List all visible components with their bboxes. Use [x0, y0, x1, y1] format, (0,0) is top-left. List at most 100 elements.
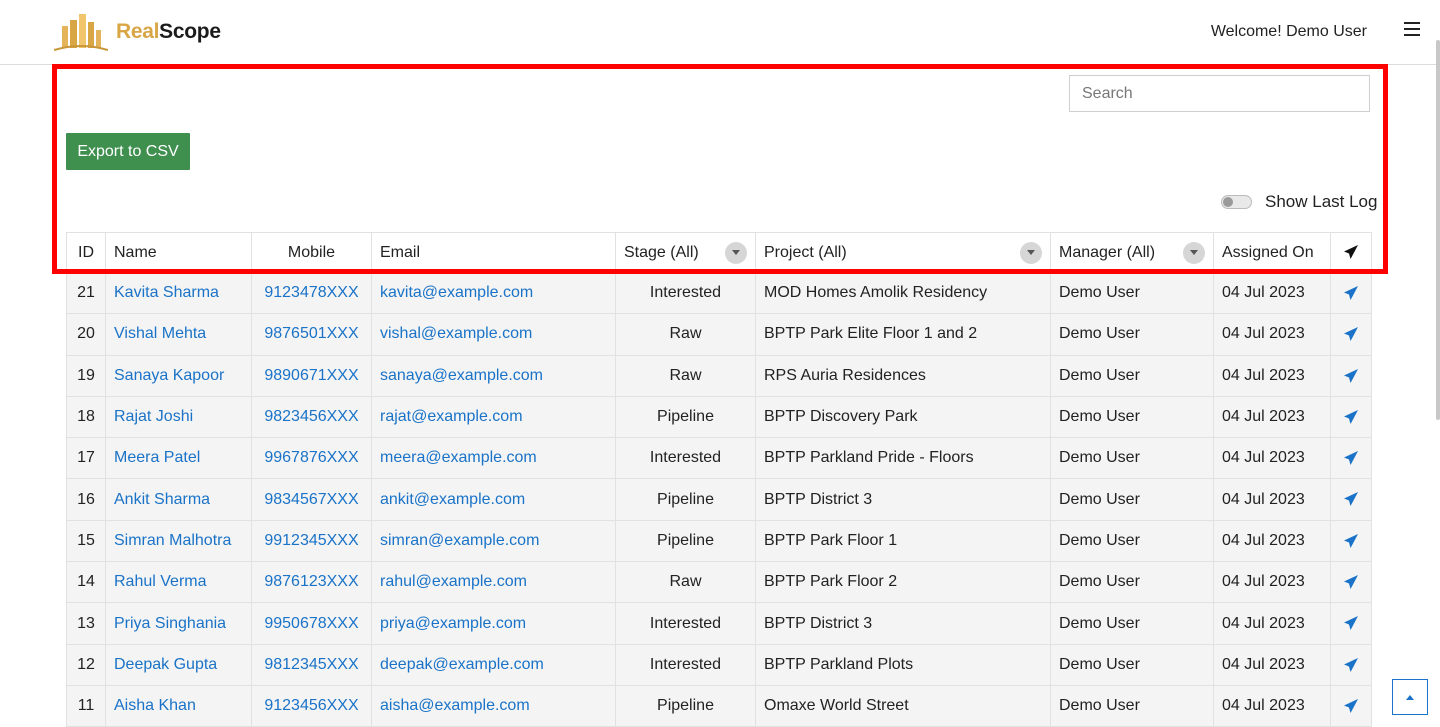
email-link[interactable]: vishal@example.com: [380, 325, 532, 342]
mobile-link[interactable]: 9834567XXX: [264, 491, 358, 508]
chevron-down-icon[interactable]: [1020, 241, 1042, 264]
paper-plane-icon[interactable]: [1343, 656, 1359, 673]
email-link[interactable]: kavita@example.com: [380, 284, 533, 301]
lead-name-link[interactable]: Simran Malhotra: [114, 532, 231, 549]
cell-name[interactable]: Deepak Gupta: [105, 643, 252, 686]
chevron-down-icon[interactable]: [1183, 241, 1205, 264]
lead-name-link[interactable]: Rahul Verma: [114, 573, 207, 590]
cell-name[interactable]: Simran Malhotra: [105, 519, 252, 563]
email-link[interactable]: meera@example.com: [380, 449, 537, 466]
page-scrollbar[interactable]: [1436, 40, 1440, 420]
paper-plane-icon[interactable]: [1343, 367, 1359, 384]
paper-plane-icon[interactable]: [1343, 284, 1359, 301]
cell-mobile[interactable]: 9812345XXX: [251, 643, 372, 686]
cell-email[interactable]: sanaya@example.com: [371, 354, 616, 397]
lead-name-link[interactable]: Ankit Sharma: [114, 491, 210, 508]
cell-send[interactable]: [1330, 437, 1372, 480]
email-link[interactable]: rahul@example.com: [380, 573, 527, 590]
column-header-stage[interactable]: Stage (All): [615, 232, 756, 273]
cell-mobile[interactable]: 9912345XXX: [251, 519, 372, 563]
cell-name[interactable]: Vishal Mehta: [105, 313, 252, 356]
brand-logo[interactable]: RealScope: [54, 12, 221, 52]
email-link[interactable]: simran@example.com: [380, 532, 539, 549]
cell-name[interactable]: Meera Patel: [105, 437, 252, 480]
cell-email[interactable]: rajat@example.com: [371, 395, 616, 439]
mobile-link[interactable]: 9967876XXX: [264, 449, 358, 466]
email-link[interactable]: priya@example.com: [380, 615, 526, 632]
column-header-id[interactable]: ID: [66, 232, 106, 273]
cell-send[interactable]: [1330, 478, 1372, 521]
cell-name[interactable]: Ankit Sharma: [105, 478, 252, 521]
cell-email[interactable]: ankit@example.com: [371, 478, 616, 521]
email-link[interactable]: rajat@example.com: [380, 408, 523, 425]
lead-name-link[interactable]: Rajat Joshi: [114, 408, 193, 425]
toggle-switch[interactable]: [1221, 195, 1252, 209]
cell-mobile[interactable]: 9967876XXX: [251, 437, 372, 480]
cell-send[interactable]: [1330, 354, 1372, 397]
chevron-down-icon[interactable]: [725, 241, 747, 264]
column-header-assigned[interactable]: Assigned On: [1213, 232, 1331, 273]
mobile-link[interactable]: 9890671XXX: [264, 367, 358, 384]
cell-name[interactable]: Rahul Verma: [105, 561, 252, 604]
cell-send[interactable]: [1330, 561, 1372, 604]
cell-send[interactable]: [1330, 519, 1372, 563]
cell-name[interactable]: Priya Singhania: [105, 602, 252, 645]
cell-mobile[interactable]: 9876123XXX: [251, 561, 372, 604]
cell-email[interactable]: rahul@example.com: [371, 561, 616, 604]
paper-plane-icon[interactable]: [1343, 615, 1359, 632]
column-header-mobile[interactable]: Mobile: [251, 232, 372, 273]
paper-plane-icon[interactable]: [1343, 697, 1359, 714]
cell-email[interactable]: aisha@example.com: [371, 684, 616, 727]
paper-plane-icon[interactable]: [1343, 408, 1359, 425]
cell-send[interactable]: [1330, 602, 1372, 645]
lead-name-link[interactable]: Vishal Mehta: [114, 325, 206, 342]
lead-name-link[interactable]: Aisha Khan: [114, 697, 196, 714]
column-header-manager[interactable]: Manager (All): [1050, 232, 1214, 273]
cell-mobile[interactable]: 9876501XXX: [251, 313, 372, 356]
cell-email[interactable]: kavita@example.com: [371, 271, 616, 315]
lead-name-link[interactable]: Sanaya Kapoor: [114, 367, 224, 384]
hamburger-icon[interactable]: [1404, 22, 1420, 36]
mobile-link[interactable]: 9876123XXX: [264, 573, 358, 590]
cell-email[interactable]: deepak@example.com: [371, 643, 616, 686]
cell-mobile[interactable]: 9950678XXX: [251, 602, 372, 645]
mobile-link[interactable]: 9950678XXX: [264, 615, 358, 632]
paper-plane-icon[interactable]: [1343, 449, 1359, 466]
cell-email[interactable]: meera@example.com: [371, 437, 616, 480]
cell-mobile[interactable]: 9123478XXX: [251, 271, 372, 315]
email-link[interactable]: aisha@example.com: [380, 697, 530, 714]
column-header-name[interactable]: Name: [105, 232, 252, 273]
cell-mobile[interactable]: 9823456XXX: [251, 395, 372, 439]
cell-email[interactable]: priya@example.com: [371, 602, 616, 645]
mobile-link[interactable]: 9823456XXX: [264, 408, 358, 425]
lead-name-link[interactable]: Meera Patel: [114, 449, 200, 466]
paper-plane-icon[interactable]: [1343, 532, 1359, 549]
cell-send[interactable]: [1330, 395, 1372, 439]
show-last-log-toggle[interactable]: Show Last Log: [1221, 192, 1377, 212]
cell-email[interactable]: simran@example.com: [371, 519, 616, 563]
cell-send[interactable]: [1330, 271, 1372, 315]
cell-mobile[interactable]: 9834567XXX: [251, 478, 372, 521]
cell-email[interactable]: vishal@example.com: [371, 313, 616, 356]
cell-name[interactable]: Sanaya Kapoor: [105, 354, 252, 397]
mobile-link[interactable]: 9123456XXX: [264, 697, 358, 714]
mobile-link[interactable]: 9123478XXX: [264, 284, 358, 301]
column-header-email[interactable]: Email: [371, 232, 616, 273]
cell-name[interactable]: Aisha Khan: [105, 684, 252, 727]
lead-name-link[interactable]: Priya Singhania: [114, 615, 226, 632]
paper-plane-icon[interactable]: [1343, 325, 1359, 342]
email-link[interactable]: ankit@example.com: [380, 491, 525, 508]
search-input[interactable]: [1069, 75, 1370, 112]
back-to-top-button[interactable]: [1392, 679, 1428, 715]
cell-send[interactable]: [1330, 684, 1372, 727]
cell-send[interactable]: [1330, 313, 1372, 356]
mobile-link[interactable]: 9912345XXX: [264, 532, 358, 549]
email-link[interactable]: sanaya@example.com: [380, 367, 543, 384]
email-link[interactable]: deepak@example.com: [380, 656, 544, 673]
export-csv-button[interactable]: Export to CSV: [66, 133, 190, 170]
cell-mobile[interactable]: 9123456XXX: [251, 684, 372, 727]
cell-mobile[interactable]: 9890671XXX: [251, 354, 372, 397]
cell-name[interactable]: Kavita Sharma: [105, 271, 252, 315]
cell-name[interactable]: Rajat Joshi: [105, 395, 252, 439]
paper-plane-icon[interactable]: [1343, 491, 1359, 508]
